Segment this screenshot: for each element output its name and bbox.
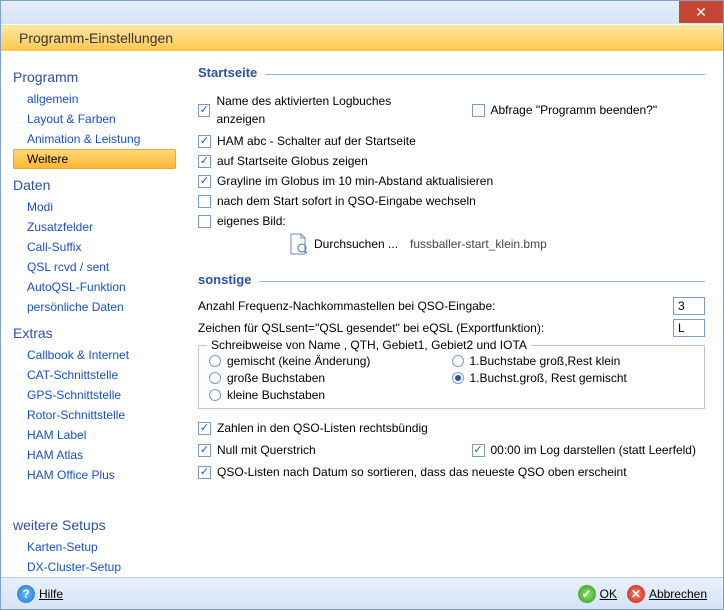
- radio-kleine-buchstaben-label: kleine Buchstaben: [227, 388, 325, 402]
- checkbox-ham-abc[interactable]: [198, 135, 211, 148]
- checkbox-querstrich-label: Null mit Querstrich: [217, 441, 316, 459]
- checkbox-qso-eingabe-label: nach dem Start sofort in QSO-Eingabe wec…: [217, 192, 476, 210]
- sidebar-item-animation-leistung[interactable]: Animation & Leistung: [13, 129, 176, 149]
- freq-decimals-input[interactable]: [673, 297, 705, 315]
- close-button[interactable]: ✕: [679, 1, 723, 23]
- checkbox-programm-beenden-label: Abfrage "Programm beenden?": [491, 101, 658, 119]
- help-button[interactable]: ? Hilfe: [17, 585, 63, 603]
- sidebar-heading-daten: Daten: [13, 177, 176, 193]
- radio-gemischt-label: gemischt (keine Änderung): [227, 354, 370, 368]
- sidebar-item-persoenliche-daten[interactable]: persönliche Daten: [13, 297, 176, 317]
- sidebar-item-qsl-rcvd-sent[interactable]: QSL rcvd / sent: [13, 257, 176, 277]
- checkbox-datum-sort-label: QSO-Listen nach Datum so sortieren, dass…: [217, 463, 627, 481]
- page-title: Programm-Einstellungen: [19, 30, 173, 46]
- checkbox-0000-log-label: 00:00 im Log darstellen (statt Leerfeld): [491, 441, 696, 459]
- cancel-label: Abbrechen: [649, 587, 707, 601]
- checkbox-datum-sort[interactable]: [198, 466, 211, 479]
- footer: ? Hilfe ✓ OK ✕ Abbrechen: [1, 577, 723, 609]
- groupbox-schreibweise: Schreibweise von Name , QTH, Gebiet1, Ge…: [198, 345, 705, 409]
- checkbox-querstrich[interactable]: [198, 444, 211, 457]
- sidebar: Programm allgemein Layout & Farben Anima…: [1, 51, 176, 577]
- header-bar: Programm-Einstellungen: [1, 24, 723, 51]
- help-icon: ?: [17, 585, 35, 603]
- cancel-icon: ✕: [627, 585, 645, 603]
- section-title-startseite-label: Startseite: [198, 65, 257, 80]
- radio-1buchst-rest-gemischt-label: 1.Buchst.groß, Rest gemischt: [470, 371, 627, 385]
- close-icon: ✕: [695, 4, 707, 21]
- freq-decimals-label: Anzahl Frequenz-Nachkommastellen bei QSO…: [198, 299, 673, 313]
- sidebar-item-zusatzfelder[interactable]: Zusatzfelder: [13, 217, 176, 237]
- sidebar-item-ham-office-plus[interactable]: HAM Office Plus: [13, 465, 176, 485]
- ok-icon: ✓: [578, 585, 596, 603]
- sidebar-item-rotor-schnittstelle[interactable]: Rotor-Schnittstelle: [13, 405, 176, 425]
- checkbox-rechtsbuendig-label: Zahlen in den QSO-Listen rechtsbündig: [217, 419, 428, 437]
- titlebar: ✕: [1, 1, 723, 24]
- sidebar-heading-weitere-setups: weitere Setups: [13, 517, 176, 533]
- checkbox-grayline-label: Grayline im Globus im 10 min-Abstand akt…: [217, 172, 493, 190]
- content-pane: Startseite Name des aktivierten Logbuche…: [176, 51, 723, 577]
- radio-gemischt[interactable]: gemischt (keine Änderung): [209, 354, 452, 368]
- sidebar-heading-extras: Extras: [13, 325, 176, 341]
- sidebar-item-dx-cluster-setup[interactable]: DX-Cluster-Setup: [13, 557, 176, 577]
- sidebar-item-autoqsl[interactable]: AutoQSL-Funktion: [13, 277, 176, 297]
- section-title-startseite: Startseite: [198, 65, 705, 80]
- radio-grosse-buchstaben-label: große Buchstaben: [227, 371, 325, 385]
- groupbox-schreibweise-title: Schreibweise von Name , QTH, Gebiet1, Ge…: [207, 338, 531, 352]
- settings-window: ✕ Programm-Einstellungen Programm allgem…: [0, 0, 724, 610]
- file-name: fussballer-start_klein.bmp: [410, 237, 547, 251]
- checkbox-logbuch-name-label: Name des aktivierten Logbuches anzeigen: [216, 92, 431, 128]
- ok-label: OK: [600, 587, 617, 601]
- help-label: Hilfe: [39, 587, 63, 601]
- checkbox-ham-abc-label: HAM abc - Schalter auf der Startseite: [217, 132, 416, 150]
- sidebar-item-allgemein[interactable]: allgemein: [13, 89, 176, 109]
- radio-1buchstabe-rest-klein-label: 1.Buchstabe groß,Rest klein: [470, 354, 621, 368]
- qslsent-char-label: Zeichen für QSLsent="QSL gesendet" bei e…: [198, 321, 673, 335]
- radio-1buchstabe-rest-klein[interactable]: 1.Buchstabe groß,Rest klein: [452, 354, 695, 368]
- radio-kleine-buchstaben[interactable]: kleine Buchstaben: [209, 388, 452, 402]
- sidebar-item-ham-label[interactable]: HAM Label: [13, 425, 176, 445]
- checkbox-grayline[interactable]: [198, 175, 211, 188]
- sidebar-item-callbook-internet[interactable]: Callbook & Internet: [13, 345, 176, 365]
- section-title-sonstige-label: sonstige: [198, 272, 251, 287]
- checkbox-0000-log[interactable]: [472, 444, 485, 457]
- checkbox-eigenes-bild-label: eigenes Bild:: [217, 212, 286, 230]
- rule: [259, 281, 705, 282]
- checkbox-globus-label: auf Startseite Globus zeigen: [217, 152, 368, 170]
- radio-1buchst-rest-gemischt[interactable]: 1.Buchst.groß, Rest gemischt: [452, 371, 695, 385]
- sidebar-item-weitere[interactable]: Weitere: [13, 149, 176, 169]
- section-title-sonstige: sonstige: [198, 272, 705, 287]
- body: Programm allgemein Layout & Farben Anima…: [1, 51, 723, 577]
- checkbox-logbuch-name[interactable]: [198, 104, 210, 117]
- checkbox-programm-beenden[interactable]: [472, 104, 485, 117]
- sidebar-heading-programm: Programm: [13, 69, 176, 85]
- sidebar-item-ham-atlas[interactable]: HAM Atlas: [13, 445, 176, 465]
- checkbox-eigenes-bild[interactable]: [198, 215, 211, 228]
- checkbox-qso-eingabe[interactable]: [198, 195, 211, 208]
- sidebar-item-cat-schnittstelle[interactable]: CAT-Schnittstelle: [13, 365, 176, 385]
- cancel-button[interactable]: ✕ Abbrechen: [627, 585, 707, 603]
- radio-grosse-buchstaben[interactable]: große Buchstaben: [209, 371, 452, 385]
- sidebar-item-layout-farben[interactable]: Layout & Farben: [13, 109, 176, 129]
- sidebar-item-karten-setup[interactable]: Karten-Setup: [13, 537, 176, 557]
- checkbox-globus[interactable]: [198, 155, 211, 168]
- rule: [265, 74, 705, 75]
- checkbox-rechtsbuendig[interactable]: [198, 422, 211, 435]
- file-page-icon: [288, 232, 308, 256]
- sidebar-item-modi[interactable]: Modi: [13, 197, 176, 217]
- sidebar-item-call-suffix[interactable]: Call-Suffix: [13, 237, 176, 257]
- sidebar-item-gps-schnittstelle[interactable]: GPS-Schnittstelle: [13, 385, 176, 405]
- qslsent-char-input[interactable]: [673, 319, 705, 337]
- browse-button[interactable]: Durchsuchen ...: [314, 237, 398, 251]
- ok-button[interactable]: ✓ OK: [578, 585, 617, 603]
